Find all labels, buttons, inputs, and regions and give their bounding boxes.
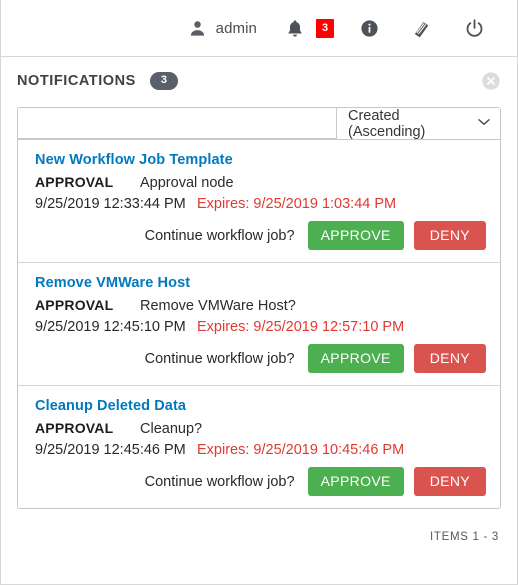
notification-type-value: Remove VMWare Host? xyxy=(140,298,296,314)
sort-order-select[interactable]: Created (Ascending) xyxy=(336,107,500,140)
notifications-bell-button[interactable]: 3 xyxy=(267,18,344,39)
approve-button[interactable]: APPROVE xyxy=(307,344,404,373)
sort-order-value: Created (Ascending) xyxy=(348,107,426,140)
help-info-button[interactable] xyxy=(344,0,395,56)
items-range-label: ITEMS 1 - 3 xyxy=(429,531,499,543)
notification-card: Cleanup Deleted Data APPROVAL Cleanup? 9/25… xyxy=(18,386,500,508)
notification-expires-date: Expires: 9/25/2019 12:57:10 PM xyxy=(197,319,405,335)
notification-expires-date: Expires: 9/25/2019 1:03:44 PM xyxy=(197,196,397,212)
notifications-panel: NOTIFICATIONS 3 Created (Ascending) New … xyxy=(0,57,518,585)
notification-prompt: Continue workflow job? xyxy=(144,473,295,490)
notification-type-row: APPROVAL Remove VMWare Host? xyxy=(35,297,486,314)
notifications-list: New Workflow Job Template APPROVAL Approva… xyxy=(17,139,501,509)
username-label: admin xyxy=(215,19,257,37)
notification-card: Remove VMWare Host APPROVAL Remove VMWare … xyxy=(18,263,500,386)
notification-action-row: Continue workflow job? APPROVE DENY xyxy=(35,467,486,496)
approve-button[interactable]: APPROVE xyxy=(307,467,404,496)
notification-date-row: 9/25/2019 12:45:46 PM Expires: 9/25/2019 … xyxy=(35,442,486,458)
notification-prompt: Continue workflow job? xyxy=(144,227,295,244)
documentation-button[interactable] xyxy=(395,0,448,56)
notification-prompt: Continue workflow job? xyxy=(144,350,295,367)
notification-card: New Workflow Job Template APPROVAL Approva… xyxy=(18,140,500,263)
info-circle-icon xyxy=(360,19,379,38)
notification-type-row: APPROVAL Approval node xyxy=(35,174,486,191)
notification-type-value: Cleanup? xyxy=(140,421,203,437)
search-input[interactable] xyxy=(18,108,336,139)
list-toolbar: Created (Ascending) xyxy=(17,107,501,140)
notification-title-link[interactable]: Remove VMWare Host xyxy=(35,275,486,291)
user-icon xyxy=(188,19,207,38)
top-navigation-bar: admin 3 xyxy=(0,0,518,57)
notification-type-label: APPROVAL xyxy=(35,297,114,313)
logout-button[interactable] xyxy=(448,0,501,56)
notification-type-row: APPROVAL Cleanup? xyxy=(35,420,486,437)
notifications-panel-header: NOTIFICATIONS 3 xyxy=(17,57,501,101)
page-title: NOTIFICATIONS xyxy=(17,72,136,89)
deny-button[interactable]: DENY xyxy=(413,344,486,373)
power-icon xyxy=(464,18,485,39)
notification-title-link[interactable]: Cleanup Deleted Data xyxy=(35,398,486,414)
notification-count-badge: 3 xyxy=(316,18,334,38)
notification-date-row: 9/25/2019 12:33:44 PM Expires: 9/25/2019 … xyxy=(35,196,486,212)
notification-type-label: APPROVAL xyxy=(35,420,114,436)
notification-created-date: 9/25/2019 12:45:46 PM xyxy=(35,442,186,458)
topbar-actions: admin 3 xyxy=(172,0,501,56)
notification-action-row: Continue workflow job? APPROVE DENY xyxy=(35,221,486,250)
notification-type-label: APPROVAL xyxy=(35,174,114,190)
notifications-page: admin 3 NOTIFICATIONS 3 Created (Ascendi… xyxy=(0,0,518,585)
user-menu[interactable]: admin xyxy=(172,0,267,56)
notification-type-value: Approval node xyxy=(140,175,234,191)
list-footer: ITEMS 1 - 3 xyxy=(17,509,501,543)
notification-action-row: Continue workflow job? APPROVE DENY xyxy=(35,344,486,373)
notification-created-date: 9/25/2019 12:45:10 PM xyxy=(35,319,186,335)
close-circle-icon[interactable] xyxy=(481,71,501,91)
chevron-down-icon xyxy=(478,118,490,129)
notification-expires-date: Expires: 9/25/2019 10:45:46 PM xyxy=(197,442,405,458)
deny-button[interactable]: DENY xyxy=(413,467,486,496)
notifications-count-pill: 3 xyxy=(149,71,178,90)
approve-button[interactable]: APPROVE xyxy=(307,221,404,250)
book-icon xyxy=(411,18,432,39)
notification-date-row: 9/25/2019 12:45:10 PM Expires: 9/25/2019 … xyxy=(35,319,486,335)
bell-icon xyxy=(285,18,305,39)
notification-title-link[interactable]: New Workflow Job Template xyxy=(35,152,486,168)
notification-created-date: 9/25/2019 12:33:44 PM xyxy=(35,196,186,212)
deny-button[interactable]: DENY xyxy=(413,221,486,250)
